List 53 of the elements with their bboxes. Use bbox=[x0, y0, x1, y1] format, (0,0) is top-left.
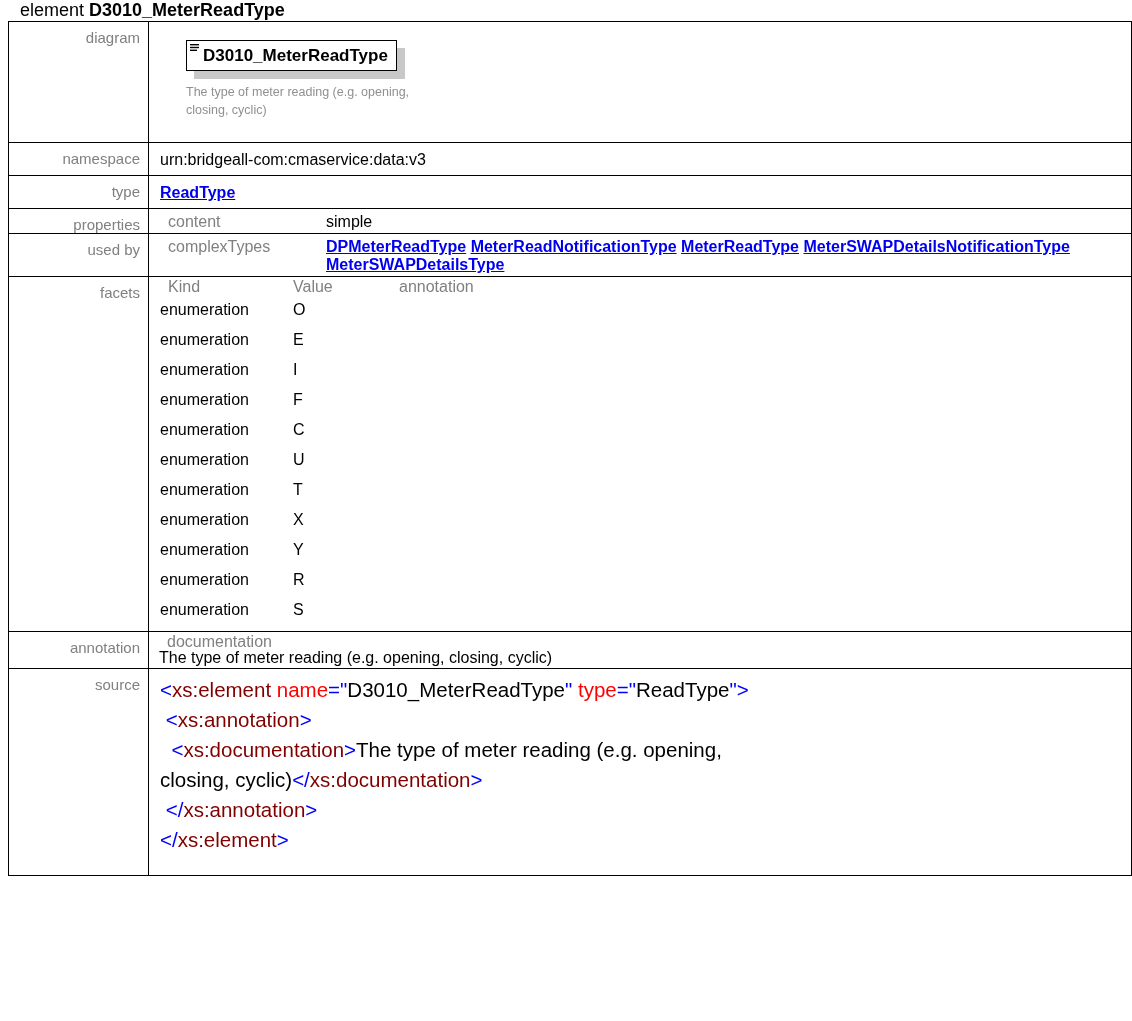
row-label: annotation bbox=[9, 632, 149, 669]
facet-kind: enumeration bbox=[160, 360, 250, 380]
code-line: <xs:element name="D3010_MeterReadType" type="ReadType"> bbox=[160, 677, 750, 704]
facet-value: E bbox=[293, 330, 305, 350]
facet-kind: enumeration bbox=[160, 450, 250, 470]
facet-kind: enumeration bbox=[160, 420, 250, 440]
facet-value: C bbox=[293, 420, 306, 440]
row-label: facets bbox=[9, 277, 149, 632]
type-link[interactable]: MeterReadNotificationType bbox=[470, 238, 677, 255]
property-value: simple bbox=[326, 213, 374, 231]
row-label: properties bbox=[9, 209, 149, 234]
property-key: content bbox=[168, 213, 326, 231]
code-line: <xs:annotation> bbox=[164, 707, 313, 733]
facet-value: F bbox=[293, 390, 304, 410]
row-label: source bbox=[9, 669, 149, 876]
code-line: </xs:element> bbox=[160, 827, 290, 853]
type-link[interactable]: MeterSWAPDetailsType bbox=[326, 256, 505, 273]
facet-kind: enumeration bbox=[160, 300, 250, 320]
row-label: diagram bbox=[9, 22, 149, 143]
row-label: used by bbox=[9, 234, 149, 277]
page-heading: element D3010_MeterReadType bbox=[20, 0, 286, 21]
documentation-text: The type of meter reading (e.g. opening, closing, cyclic) bbox=[159, 650, 554, 666]
facet-kind: enumeration bbox=[160, 390, 250, 410]
facet-value: R bbox=[293, 570, 306, 590]
facet-value: I bbox=[293, 360, 299, 380]
row-label: type bbox=[9, 176, 149, 209]
facet-kind: enumeration bbox=[160, 600, 250, 620]
facet-kind: enumeration bbox=[160, 480, 250, 500]
type-link[interactable]: DPMeterReadType bbox=[326, 238, 467, 255]
facet-value: T bbox=[293, 480, 304, 500]
column-header: Value bbox=[293, 279, 334, 295]
type-link[interactable]: MeterSWAPDetailsNotificationType bbox=[803, 238, 1070, 255]
type-link[interactable]: ReadType bbox=[160, 184, 236, 201]
facet-value: Y bbox=[293, 540, 305, 560]
facet-kind: enumeration bbox=[160, 330, 250, 350]
facet-value: X bbox=[293, 510, 305, 530]
facet-value: S bbox=[293, 600, 305, 620]
lines-icon bbox=[190, 44, 199, 51]
facet-kind: enumeration bbox=[160, 570, 250, 590]
annotation-key: documentation bbox=[167, 634, 1121, 650]
row-label: namespace bbox=[9, 143, 149, 176]
facet-value: O bbox=[293, 300, 307, 320]
code-line: </xs:annotation> bbox=[164, 797, 319, 823]
code-line: <xs:documentation>The type of meter reading (e.g. opening, closing, cyclic)</xs:documentation> bbox=[160, 737, 723, 793]
namespace-value: urn:bridgeall-com:cmaservice:data:v3 bbox=[160, 151, 426, 168]
facet-kind: enumeration bbox=[160, 510, 250, 530]
column-header: Kind bbox=[168, 279, 202, 295]
element-annotation: The type of meter reading (e.g. opening, closing, cyclic) bbox=[186, 84, 411, 120]
column-header: annotation bbox=[399, 279, 475, 295]
facet-kind: enumeration bbox=[160, 540, 250, 560]
type-link[interactable]: MeterReadType bbox=[681, 238, 799, 255]
facet-value: U bbox=[293, 450, 306, 470]
group-label: complexTypes bbox=[168, 238, 272, 257]
